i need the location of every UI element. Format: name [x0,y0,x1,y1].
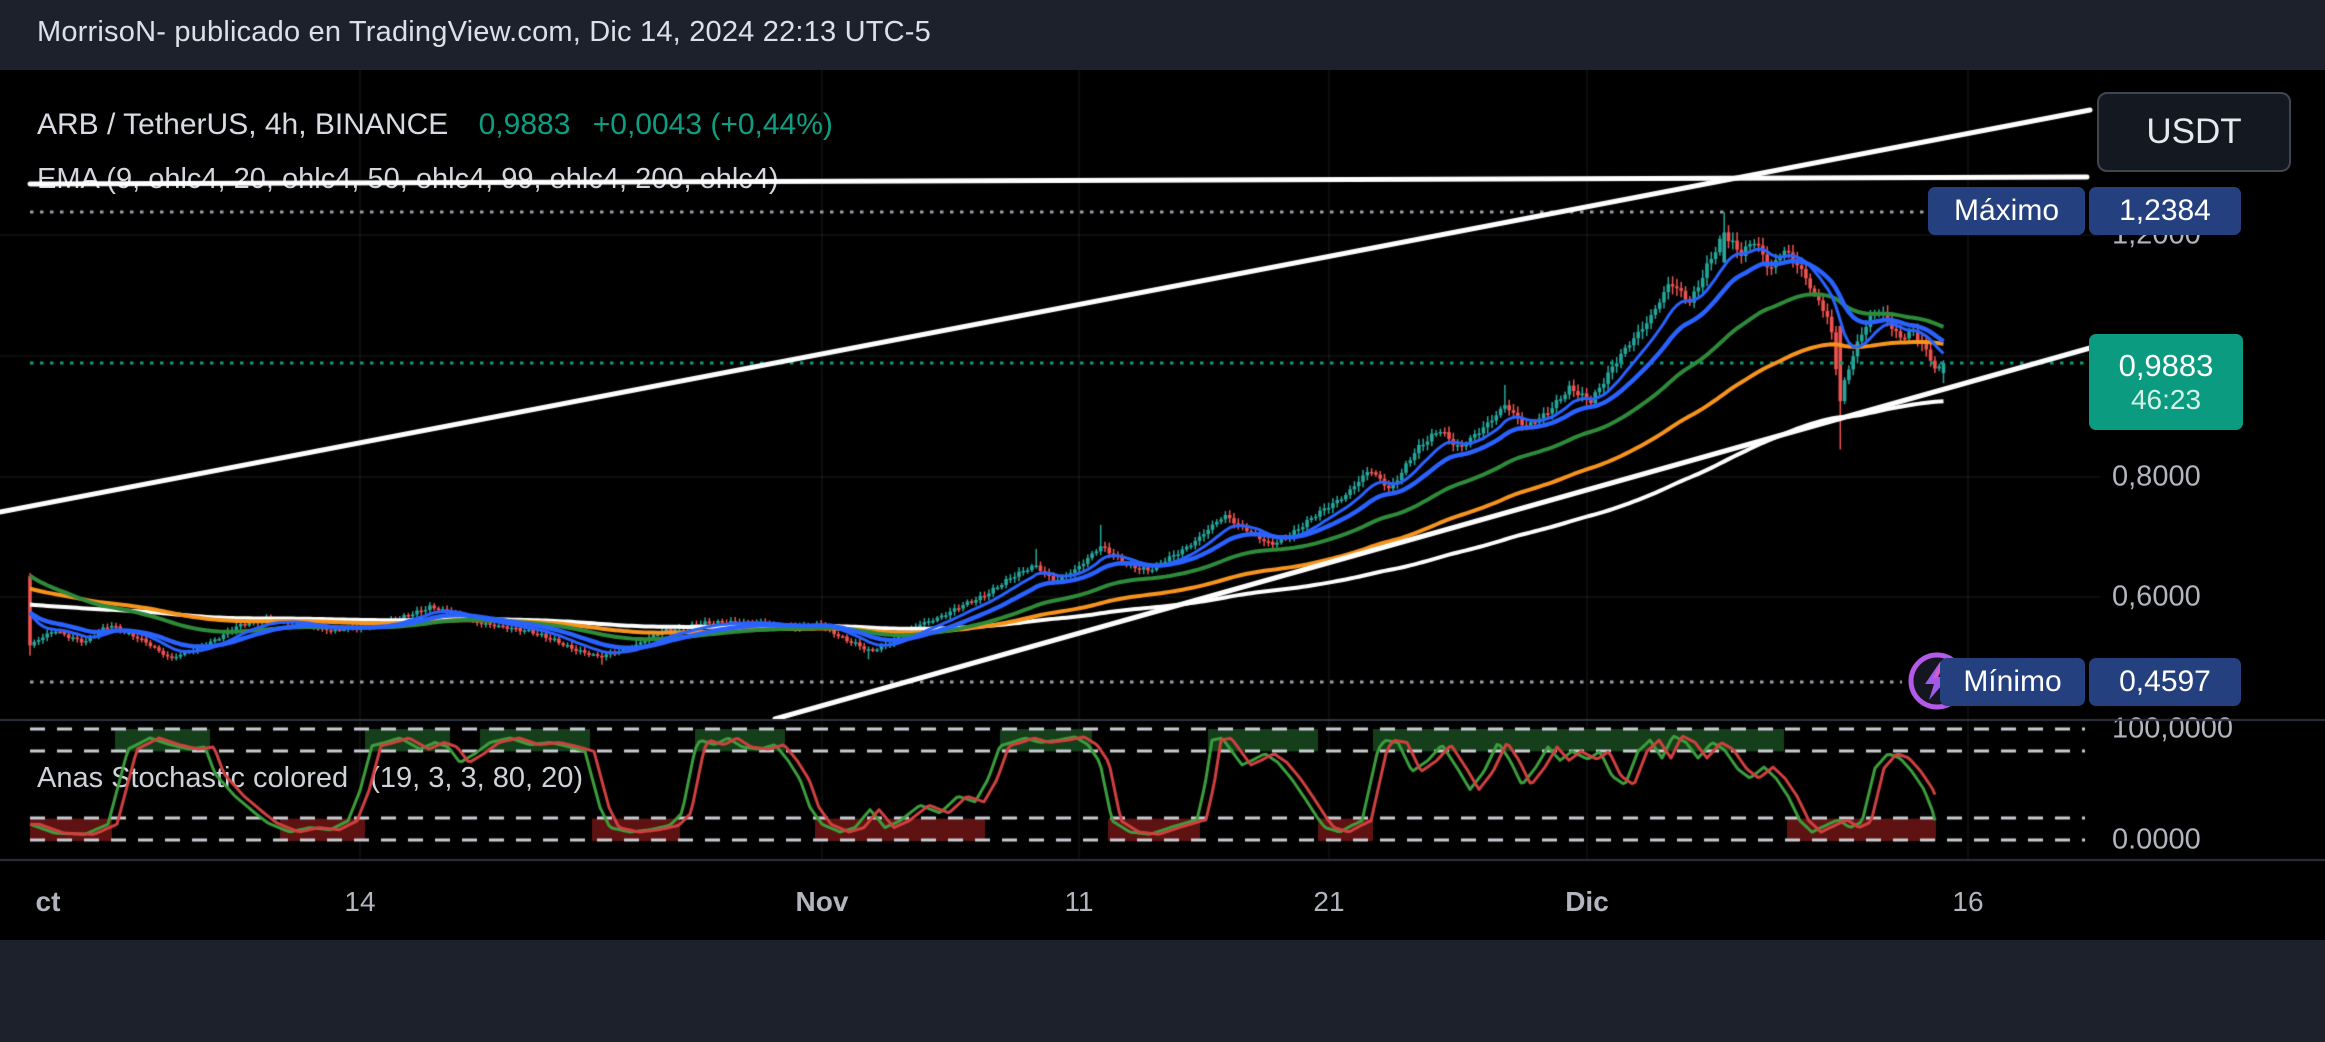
tradingview-snapshot: MorrisoN- publicado en TradingView.com, … [0,0,2325,1042]
chart-canvas[interactable] [0,70,2325,940]
quote-currency-badge[interactable]: USDT [2097,92,2291,172]
